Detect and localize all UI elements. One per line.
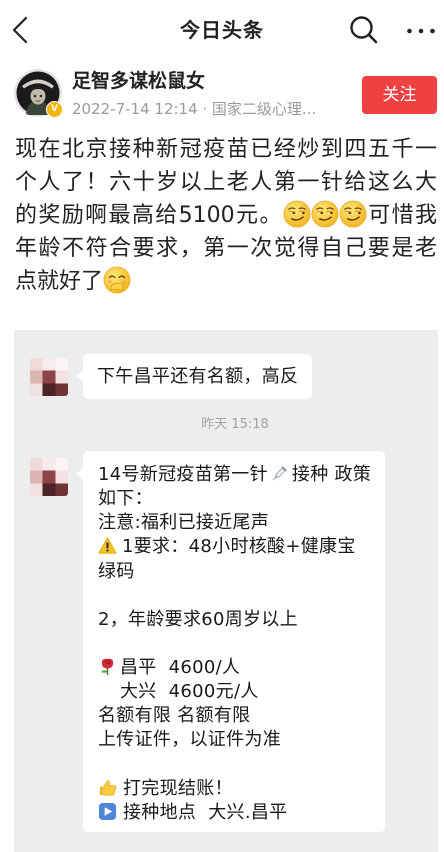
post-text: 点就好了 xyxy=(15,269,104,294)
post-text-line: 年龄不符合要求，第一次觉得自己要是老 xyxy=(15,236,437,261)
chat-message-line: 上传证件，以证件为准 xyxy=(98,729,281,751)
hand-over-mouth-emoji-icon xyxy=(103,266,131,294)
chat-avatar xyxy=(30,358,68,396)
chat-bubble: 下午昌平还有名额，高反 xyxy=(76,354,312,399)
rose-icon xyxy=(98,657,117,676)
post-meta: 2022-7-14 12:14 · 国家二级心理... xyxy=(72,100,317,118)
pixelated-avatar-image xyxy=(30,358,68,396)
chat-message-line: 14号新冠疫苗第一针 接种 政策 xyxy=(98,463,378,487)
follow-button[interactable]: 关注 xyxy=(362,76,437,114)
author-name[interactable]: 足智多谋松鼠女 xyxy=(72,68,205,94)
chat-message-line: 大兴 4600元/人 xyxy=(120,681,259,703)
more-button[interactable] xyxy=(400,18,440,42)
chat-message-text: 1要求：48小时核酸+健康宝 xyxy=(122,536,356,558)
chat-message-blank-line xyxy=(98,632,378,656)
smirk-emoji-icon xyxy=(339,200,367,228)
play-button-icon xyxy=(98,802,117,821)
post-body: 现在北京接种新冠疫苗已经炒到四五千一 个人了！六十岁以上老人第一针给这么大 的奖… xyxy=(15,133,437,298)
post-text-line: 个人了！六十岁以上老人第一针给这么大 xyxy=(15,170,437,195)
post-text: 的奖励啊最高给5100元。 xyxy=(15,203,283,228)
chat-message-text: 14号新冠疫苗第一针 xyxy=(98,464,268,485)
chat-timestamp: 昨天 15:18 xyxy=(201,417,269,432)
chat-message-blank-line xyxy=(98,584,378,608)
chat-message-line: 1要求：48小时核酸+健康宝 xyxy=(98,535,378,559)
bubble-tail xyxy=(76,370,83,382)
top-nav-bar: 今日头条 xyxy=(0,0,444,60)
chat-message-blank-line xyxy=(98,753,378,777)
smirk-emoji-icon xyxy=(311,200,339,228)
syringe-icon xyxy=(270,464,289,483)
chat-message-line: 注意:福利已接近尾声 xyxy=(98,512,270,534)
chat-message-line: 如下： xyxy=(98,488,153,510)
thumbs-up-icon xyxy=(98,778,117,797)
chat-message-text: 接种地点 大兴.昌平 xyxy=(123,801,288,823)
bubble-tail xyxy=(76,468,83,480)
chat-message-line: 打完现结账！ xyxy=(98,777,378,801)
chat-message-line: 2，年龄要求60周岁以上 xyxy=(98,608,298,630)
post-text: 可惜我 xyxy=(366,203,437,228)
chat-message-body: 14号新冠疫苗第一针 接种 政策 如下： 注意:福利已接近尾声 1要求：48小时核… xyxy=(98,463,378,825)
chat-screenshot-image[interactable]: 下午昌平还有名额，高反 昨天 15:18 14号新冠疫苗第一针 接种 政策 如下：… xyxy=(14,330,438,852)
chat-message-line: 昌平 4600/人 xyxy=(98,656,378,680)
verified-badge: V xyxy=(46,101,63,118)
chat-message-line: 接种地点 大兴.昌平 xyxy=(98,801,378,825)
chat-message-line: 名额有限 名额有限 xyxy=(98,705,251,727)
post-text-line: 的奖励啊最高给5100元。 可惜我 xyxy=(15,199,437,232)
chat-bubble: 14号新冠疫苗第一针 接种 政策 如下： 注意:福利已接近尾声 1要求：48小时核… xyxy=(76,451,385,832)
chat-message-text: 昌平 4600/人 xyxy=(120,657,241,678)
smirk-emoji-icon xyxy=(283,200,311,228)
post-text-line: 现在北京接种新冠疫苗已经炒到四五千一 xyxy=(15,137,437,162)
pixelated-avatar-image xyxy=(30,458,68,496)
chat-message-line: 绿码 xyxy=(98,560,135,582)
search-icon xyxy=(350,16,378,44)
post-text-line: 点就好了 xyxy=(15,265,437,298)
warning-icon xyxy=(98,536,117,555)
more-dots-icon xyxy=(407,28,435,34)
search-button[interactable] xyxy=(346,12,380,46)
chat-avatar xyxy=(30,458,68,496)
chat-message-text: 接种 政策 xyxy=(291,464,372,485)
chat-message-text: 下午昌平还有名额，高反 xyxy=(97,366,299,387)
chat-message-text: 打完现结账！ xyxy=(123,777,233,799)
